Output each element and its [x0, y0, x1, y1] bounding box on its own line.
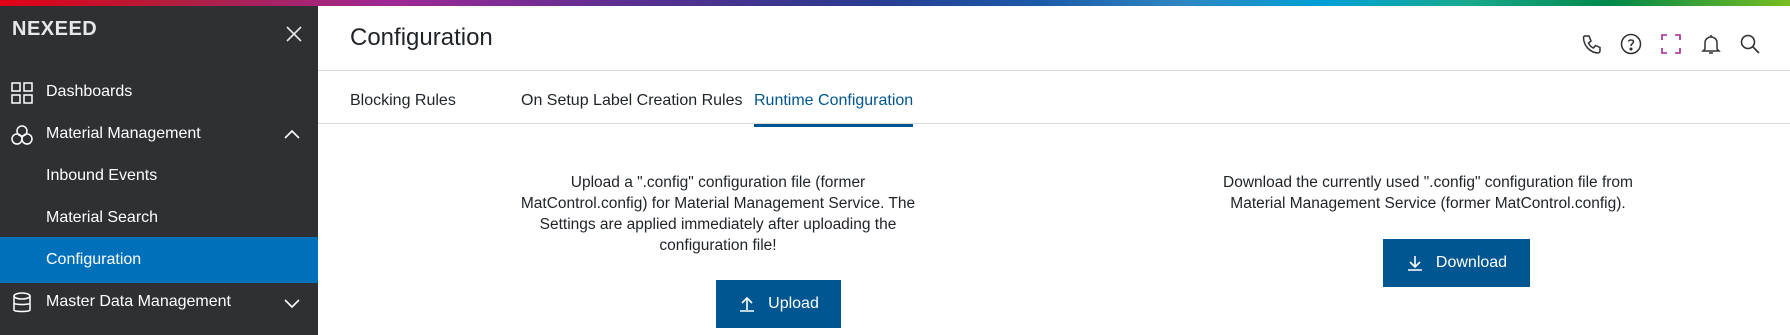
tabs-divider [318, 123, 1790, 124]
tab-runtime-configuration[interactable]: Runtime Configuration [754, 92, 914, 127]
upload-description-line: MatControl.config) for Material Manageme… [520, 195, 916, 212]
sidebar-item-dashboards[interactable]: Dashboards [0, 69, 318, 115]
sidebar-item-label: Material Management [46, 125, 201, 142]
upload-description-line: Settings are applied immediately after u… [539, 216, 897, 233]
tab-on-setup-label-creation-rules[interactable]: On Setup Label Creation Rules [521, 92, 742, 124]
help-icon[interactable] [1619, 32, 1643, 56]
fullscreen-icon[interactable] [1659, 32, 1683, 56]
sidebar-item-material-search[interactable]: Material Search [0, 195, 318, 241]
download-panel: Download the currently used ".config" co… [1178, 172, 1678, 214]
upload-description-line: Upload a ".config" configuration file (f… [570, 174, 866, 191]
sidebar: NEXEED Dashboards Material Management In… [0, 6, 318, 335]
sidebar-item-label: Inbound Events [46, 167, 158, 184]
sidebar-item-inbound-events[interactable]: Inbound Events [0, 153, 318, 199]
download-description-line: Download the currently used ".config" co… [1223, 174, 1633, 191]
download-icon [1407, 256, 1422, 271]
sidebar-item-master-data-management[interactable]: Master Data Management [0, 279, 318, 325]
main-content: Configuration Blocking Rules On Setup La… [318, 6, 1790, 335]
sidebar-item-label: Master Data Management [46, 293, 231, 310]
database-icon [11, 292, 33, 314]
sidebar-item-label: Configuration [46, 251, 142, 268]
close-icon[interactable] [284, 24, 304, 44]
sidebar-item-label: Dashboards [46, 83, 133, 100]
upload-button-label: Upload [768, 295, 819, 312]
header-actions [318, 32, 1790, 56]
bell-icon[interactable] [1699, 32, 1723, 56]
sidebar-item-configuration[interactable]: Configuration [0, 237, 318, 283]
chevron-down-icon[interactable] [282, 293, 302, 313]
upload-panel: Upload a ".config" configuration file (f… [488, 172, 948, 256]
phone-icon[interactable] [1580, 32, 1604, 56]
download-button-label: Download [1435, 254, 1508, 271]
material-management-icon [11, 124, 33, 146]
tab-blocking-rules[interactable]: Blocking Rules [350, 92, 456, 124]
header-divider [318, 70, 1790, 71]
brand-logo: NEXEED [12, 18, 98, 40]
sidebar-item-material-management[interactable]: Material Management [0, 111, 318, 157]
dashboard-grid-icon [11, 82, 33, 104]
sidebar-item-label: Material Search [46, 209, 159, 226]
upload-icon [740, 296, 755, 312]
search-icon[interactable] [1738, 32, 1762, 56]
upload-description-line: configuration file! [659, 237, 777, 254]
download-description-line: Material Management Service (former MatC… [1230, 195, 1626, 212]
upload-button[interactable]: Upload [716, 280, 841, 328]
download-button[interactable]: Download [1383, 239, 1530, 287]
chevron-up-icon[interactable] [282, 125, 302, 145]
